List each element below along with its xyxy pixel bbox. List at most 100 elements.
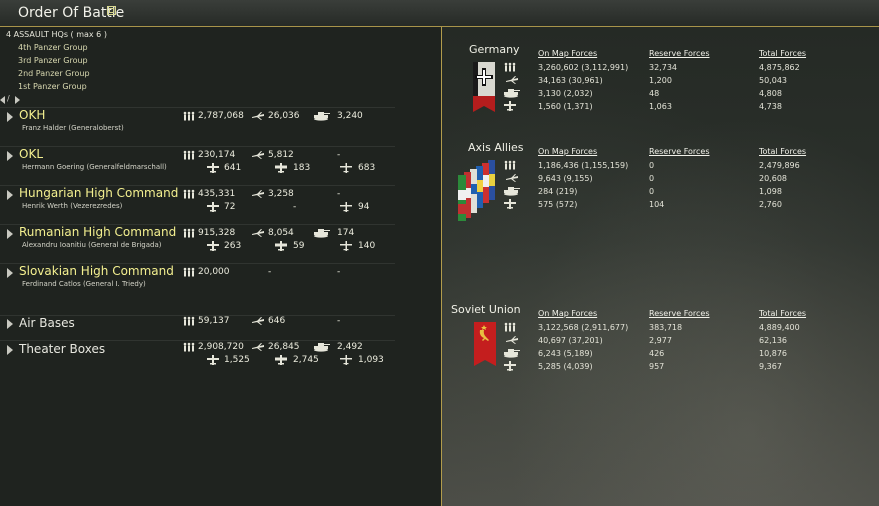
commander-name: Alexandru Ioanitiu (General de Brigada) xyxy=(22,241,162,249)
aircraft-count: 8,054 xyxy=(268,228,294,238)
expand-arrow-icon[interactable] xyxy=(7,268,13,278)
fighter-icon xyxy=(207,355,219,365)
men-count: 230,174 xyxy=(198,150,236,160)
column-header-on-map: On Map Forces xyxy=(538,49,598,58)
commands-panel: 4 ASSAULT HQs ( max 6 ) 4th Panzer Group… xyxy=(0,27,441,506)
reserve-value: 0 xyxy=(649,187,655,196)
on-map-value: 6,243 (5,189) xyxy=(538,349,593,358)
assault-hq-item[interactable]: 1st Panzer Group xyxy=(18,82,87,91)
tank-count: - xyxy=(337,316,341,326)
tank-count: 2,492 xyxy=(337,342,363,352)
command-name[interactable]: OKH xyxy=(19,108,45,122)
recon-count: 683 xyxy=(358,163,376,173)
column-header-total: Total Forces xyxy=(759,49,807,58)
assault-hq-item[interactable]: 2nd Panzer Group xyxy=(18,69,90,78)
command-name[interactable]: OKL xyxy=(19,147,43,161)
men-count: 2,908,720 xyxy=(198,342,244,352)
aircraft-count: 26,845 xyxy=(268,342,300,352)
column-header-total: Total Forces xyxy=(759,147,807,156)
nav-separator: / xyxy=(7,94,10,103)
reserve-value: 32,734 xyxy=(649,63,677,72)
men-icon xyxy=(183,267,195,277)
fighter-count: 641 xyxy=(224,163,242,173)
column-header-reserve: Reserve Forces xyxy=(649,49,710,58)
tank-icon xyxy=(314,111,330,121)
bomber-icon xyxy=(275,241,287,251)
men-count: 59,137 xyxy=(198,316,230,326)
assault-hq-item[interactable]: 4th Panzer Group xyxy=(18,43,88,52)
assault-hq-item[interactable]: 3rd Panzer Group xyxy=(18,56,88,65)
collapse-arrow-icon[interactable] xyxy=(0,96,5,104)
tank-icon xyxy=(314,228,330,238)
command-name[interactable]: Hungarian High Command xyxy=(19,186,178,200)
reserve-value: 0 xyxy=(649,161,655,170)
total-value: 62,136 xyxy=(759,336,787,345)
reserve-value: 1,063 xyxy=(649,102,672,111)
expand-arrow-icon[interactable] xyxy=(7,112,13,122)
column-header-total: Total Forces xyxy=(759,309,807,318)
aircraft-icon xyxy=(252,150,264,160)
expand-arrow-icon[interactable] xyxy=(7,319,13,329)
command-name[interactable]: Theater Boxes xyxy=(19,342,105,356)
on-map-value: 40,697 (37,201) xyxy=(538,336,603,345)
aircraft-count: 3,258 xyxy=(268,189,294,199)
recon-count: 140 xyxy=(358,241,376,251)
fighter-count: 263 xyxy=(224,241,242,251)
recon-icon xyxy=(340,241,352,251)
tank-icon xyxy=(504,186,520,196)
men-icon xyxy=(504,160,516,170)
on-map-value: 9,643 (9,155) xyxy=(538,174,593,183)
on-map-value: 575 (572) xyxy=(538,200,578,209)
tank-count: - xyxy=(337,189,341,199)
reserve-value: 1,200 xyxy=(649,76,672,85)
men-icon xyxy=(183,111,195,121)
column-header-on-map: On Map Forces xyxy=(538,147,598,156)
divider xyxy=(0,340,395,341)
recon-count: 94 xyxy=(358,202,370,212)
tank-icon xyxy=(504,348,520,358)
men-count: 435,331 xyxy=(198,189,236,199)
column-header-reserve: Reserve Forces xyxy=(649,309,710,318)
aircraft-icon xyxy=(252,316,264,326)
men-icon xyxy=(183,316,195,326)
faction-name: Germany xyxy=(469,43,520,56)
column-header-reserve: Reserve Forces xyxy=(649,147,710,156)
title-bar: Order Of Battle xyxy=(0,0,879,27)
column-header-on-map: On Map Forces xyxy=(538,309,598,318)
expand-arrow-icon[interactable] xyxy=(7,345,13,355)
assault-hq-count: 4 ASSAULT HQs ( max 6 ) xyxy=(6,30,107,39)
on-map-value: 3,122,568 (2,911,677) xyxy=(538,323,629,332)
window-toggle-icon[interactable] xyxy=(107,6,116,15)
bomber-count: 59 xyxy=(293,241,305,251)
on-map-value: 1,560 (1,371) xyxy=(538,102,593,111)
fighter-icon xyxy=(207,202,219,212)
expand-arrow-icon[interactable] xyxy=(7,151,13,161)
on-map-value: 3,260,602 (3,112,991) xyxy=(538,63,629,72)
men-icon xyxy=(183,150,195,160)
reserve-value: 48 xyxy=(649,89,660,98)
forces-summary-panel: Germany On Map Forces Reserve Forces Tot… xyxy=(442,27,879,506)
aircraft-icon xyxy=(252,342,264,352)
reserve-value: 426 xyxy=(649,349,665,358)
commander-name: Ferdinand Catlos (General I. Triedy) xyxy=(22,280,146,288)
tank-count: 3,240 xyxy=(337,111,363,121)
total-value: 2,760 xyxy=(759,200,782,209)
command-name[interactable]: Air Bases xyxy=(19,316,75,330)
expand-arrow-icon[interactable] xyxy=(7,229,13,239)
command-name[interactable]: Rumanian High Command xyxy=(19,225,176,239)
command-name[interactable]: Slovakian High Command xyxy=(19,264,174,278)
men-icon xyxy=(183,228,195,238)
total-value: 4,738 xyxy=(759,102,782,111)
expand-arrow-icon[interactable] xyxy=(15,96,20,104)
men-icon xyxy=(504,62,516,72)
reserve-value: 383,718 xyxy=(649,323,683,332)
fighter-icon xyxy=(504,101,516,111)
fighter-icon xyxy=(504,361,516,371)
reserve-value: 2,977 xyxy=(649,336,672,345)
expand-arrow-icon[interactable] xyxy=(7,190,13,200)
total-value: 2,479,896 xyxy=(759,161,800,170)
tank-count: - xyxy=(337,267,341,277)
on-map-value: 5,285 (4,039) xyxy=(538,362,593,371)
fighter-count: 72 xyxy=(224,202,236,212)
total-value: 9,367 xyxy=(759,362,782,371)
